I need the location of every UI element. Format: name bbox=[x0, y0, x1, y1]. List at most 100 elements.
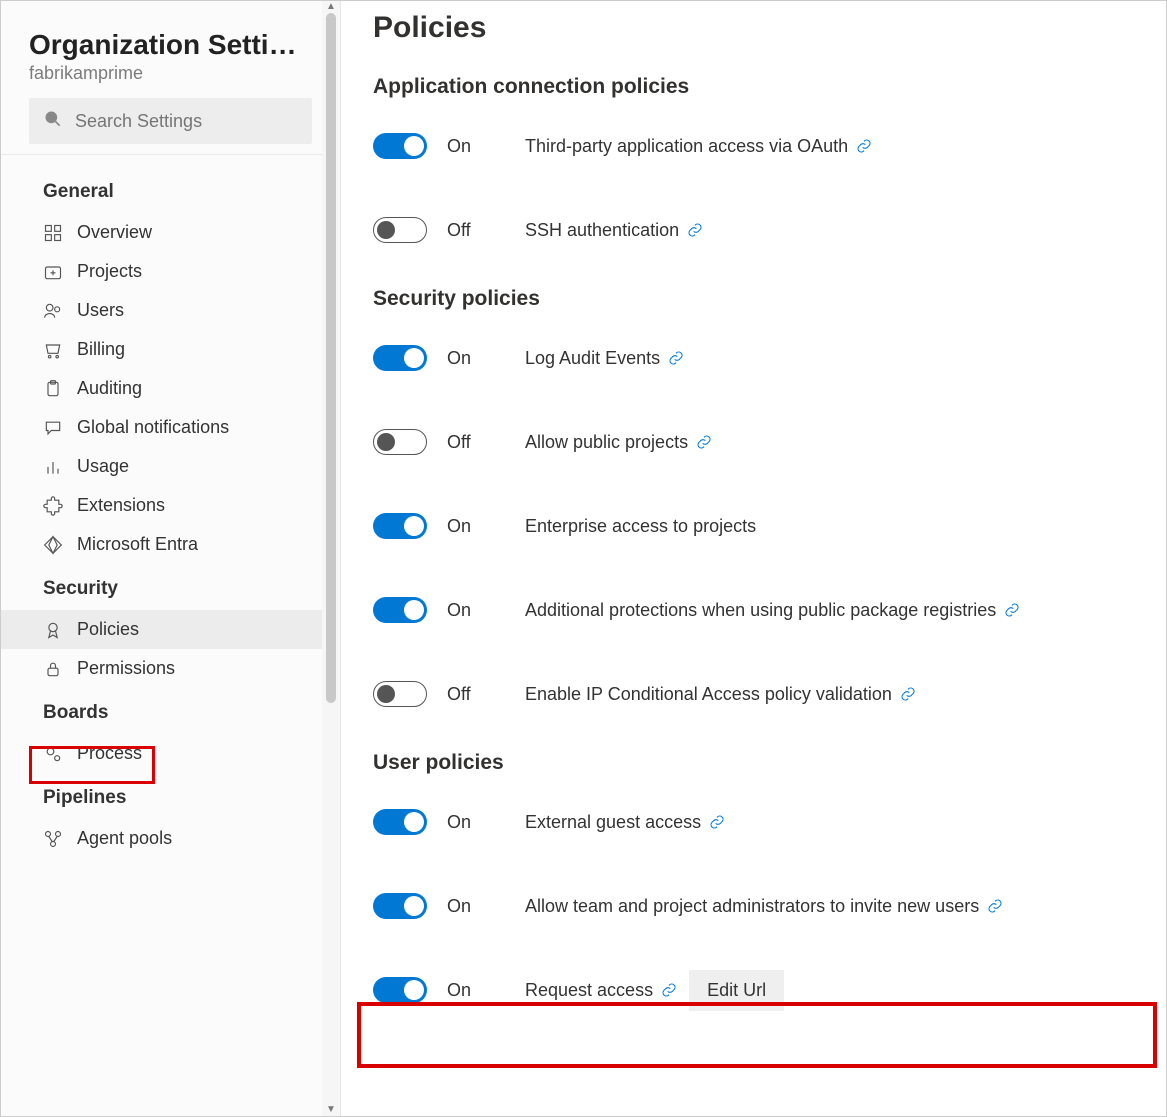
sidebar: ▲ ▼ Organization Settin… fabrikamprime G… bbox=[1, 1, 341, 1116]
nav-item-projects[interactable]: Projects bbox=[1, 252, 340, 291]
scrollbar-thumb[interactable] bbox=[326, 13, 336, 703]
scroll-down-arrow-icon[interactable]: ▼ bbox=[325, 1104, 337, 1116]
nav-item-overview[interactable]: Overview bbox=[1, 213, 340, 252]
policy-label: Allow public projects bbox=[525, 432, 712, 453]
nav-item-process[interactable]: Process bbox=[1, 734, 340, 773]
link-icon[interactable] bbox=[856, 138, 872, 154]
sidebar-header: Organization Settin… fabrikamprime bbox=[1, 29, 340, 154]
policy-label: Enterprise access to projects bbox=[525, 516, 756, 537]
policy-label-text: Log Audit Events bbox=[525, 348, 660, 369]
nav-item-permissions[interactable]: Permissions bbox=[1, 649, 340, 688]
link-icon[interactable] bbox=[696, 434, 712, 450]
main-content: Policies Application connection policies… bbox=[341, 1, 1166, 1116]
section-heading: Application connection policies bbox=[373, 75, 1134, 99]
nav-item-billing[interactable]: Billing bbox=[1, 330, 340, 369]
policy-label: SSH authentication bbox=[525, 220, 703, 241]
nav-item-label: Microsoft Entra bbox=[77, 534, 198, 555]
nav-item-label: Overview bbox=[77, 222, 152, 243]
toggle-ent[interactable] bbox=[373, 513, 427, 539]
policy-label-text: Third-party application access via OAuth bbox=[525, 136, 848, 157]
toggle-public[interactable] bbox=[373, 429, 427, 455]
link-icon[interactable] bbox=[661, 982, 677, 998]
link-icon[interactable] bbox=[1004, 602, 1020, 618]
toggle-audit[interactable] bbox=[373, 345, 427, 371]
nav-item-microsoft-entra[interactable]: Microsoft Entra bbox=[1, 525, 340, 564]
toggle-ssh[interactable] bbox=[373, 217, 427, 243]
toggle-req[interactable] bbox=[373, 977, 427, 1003]
sidebar-subtitle: fabrikamprime bbox=[29, 63, 312, 84]
policy-row-public: Off Allow public projects bbox=[373, 415, 1134, 469]
section-heading: Security policies bbox=[373, 287, 1134, 311]
nav-item-label: Process bbox=[77, 743, 142, 764]
clipboard-icon bbox=[43, 379, 63, 399]
nav-item-usage[interactable]: Usage bbox=[1, 447, 340, 486]
nav-item-label: Agent pools bbox=[77, 828, 172, 849]
scroll-up-arrow-icon[interactable]: ▲ bbox=[325, 1, 337, 13]
toggle-invite[interactable] bbox=[373, 893, 427, 919]
link-icon[interactable] bbox=[668, 350, 684, 366]
toggle-guest[interactable] bbox=[373, 809, 427, 835]
policy-row-ent: On Enterprise access to projects bbox=[373, 499, 1134, 553]
policy-label-text: Additional protections when using public… bbox=[525, 600, 996, 621]
search-icon bbox=[43, 109, 63, 134]
policy-label: Additional protections when using public… bbox=[525, 600, 1020, 621]
link-icon[interactable] bbox=[709, 814, 725, 830]
policy-label: Log Audit Events bbox=[525, 348, 684, 369]
search-settings[interactable] bbox=[29, 98, 312, 144]
policy-label-text: Enable IP Conditional Access policy vali… bbox=[525, 684, 892, 705]
toggle-ipca[interactable] bbox=[373, 681, 427, 707]
toggle-state-label: Off bbox=[447, 432, 505, 453]
scrollbar-track[interactable]: ▲ ▼ bbox=[322, 1, 340, 1116]
policy-row-guest: OnExternal guest access bbox=[373, 795, 1134, 849]
link-icon[interactable] bbox=[900, 686, 916, 702]
nav-item-label: Projects bbox=[77, 261, 142, 282]
nav-item-label: Permissions bbox=[77, 658, 175, 679]
nav-group-heading: General bbox=[1, 167, 340, 213]
nav-item-policies[interactable]: Policies bbox=[1, 610, 340, 649]
nav-group-heading: Security bbox=[1, 564, 340, 610]
toggle-oauth[interactable] bbox=[373, 133, 427, 159]
policy-row-ipca: Off Enable IP Conditional Access policy v… bbox=[373, 667, 1134, 721]
section-heading: User policies bbox=[373, 751, 1134, 775]
policy-label-text: SSH authentication bbox=[525, 220, 679, 241]
policy-row-audit: OnLog Audit Events bbox=[373, 331, 1134, 385]
nav-item-label: Usage bbox=[77, 456, 129, 477]
policy-label-text: Request access bbox=[525, 980, 653, 1001]
policy-label: Enable IP Conditional Access policy vali… bbox=[525, 684, 916, 705]
diamond-icon bbox=[43, 535, 63, 555]
policy-row-ssh: Off SSH authentication bbox=[373, 203, 1134, 257]
policy-row-req: OnRequest accessEdit Url bbox=[373, 963, 1134, 1017]
toggle-state-label: Off bbox=[447, 220, 505, 241]
nav-item-extensions[interactable]: Extensions bbox=[1, 486, 340, 525]
policy-label: Request access Edit Url bbox=[525, 970, 784, 1011]
toggle-state-label: On bbox=[447, 136, 505, 157]
chat-icon bbox=[43, 418, 63, 438]
puzzle-icon bbox=[43, 496, 63, 516]
policy-label: External guest access bbox=[525, 812, 725, 833]
nav-list: General Overview Projects UsersBillingAudit… bbox=[1, 155, 340, 870]
nav-group-heading: Boards bbox=[1, 688, 340, 734]
toggle-pkg[interactable] bbox=[373, 597, 427, 623]
policy-label: Allow team and project administrators to… bbox=[525, 896, 1003, 917]
nav-item-label: Global notifications bbox=[77, 417, 229, 438]
policy-label-text: Allow team and project administrators to… bbox=[525, 896, 979, 917]
folder-plus-icon bbox=[43, 262, 63, 282]
toggle-state-label: Off bbox=[447, 684, 505, 705]
link-icon[interactable] bbox=[687, 222, 703, 238]
toggle-state-label: On bbox=[447, 516, 505, 537]
ribbon-icon bbox=[43, 620, 63, 640]
link-icon[interactable] bbox=[987, 898, 1003, 914]
policy-label: Third-party application access via OAuth bbox=[525, 136, 872, 157]
policy-row-pkg: OnAdditional protections when using publ… bbox=[373, 583, 1134, 637]
edit-url-button[interactable]: Edit Url bbox=[689, 970, 784, 1011]
toggle-state-label: On bbox=[447, 896, 505, 917]
policy-label-text: External guest access bbox=[525, 812, 701, 833]
nav-item-users[interactable]: Users bbox=[1, 291, 340, 330]
search-input[interactable] bbox=[73, 110, 309, 133]
nav-group-heading: Pipelines bbox=[1, 773, 340, 819]
policy-row-oauth: On Third-party application access via OAu… bbox=[373, 119, 1134, 173]
nav-item-global-notifications[interactable]: Global notifications bbox=[1, 408, 340, 447]
nav-item-agent-pools[interactable]: Agent pools bbox=[1, 819, 340, 858]
nav-item-auditing[interactable]: Auditing bbox=[1, 369, 340, 408]
nodes-icon bbox=[43, 829, 63, 849]
